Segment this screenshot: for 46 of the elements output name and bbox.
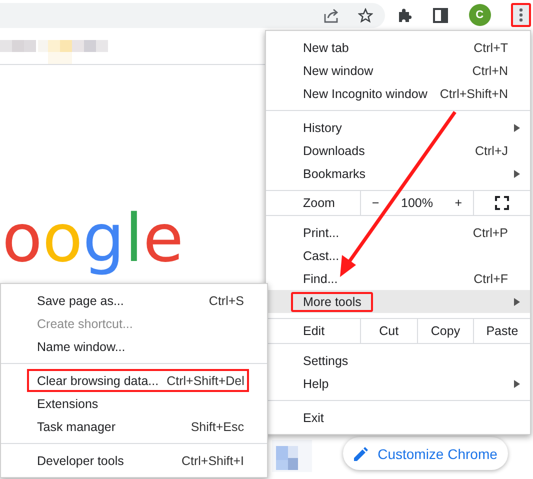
menu-item[interactable]: Cast... (266, 244, 530, 267)
side-panel-icon[interactable] (433, 8, 448, 22)
menu-item[interactable]: More tools (266, 290, 530, 313)
menu-item[interactable]: Find... Ctrl+F (266, 267, 530, 290)
shortcut-text: Ctrl+P (472, 226, 508, 240)
zoom-in-button[interactable]: + (454, 196, 462, 210)
shortcut-text: Ctrl+J (475, 144, 508, 158)
menu-item[interactable]: New Incognito window Ctrl+Shift+N (266, 82, 530, 105)
menu-button[interactable] (510, 3, 531, 27)
menu-item[interactable]: Print... Ctrl+P (266, 221, 530, 244)
menu-item[interactable]: Settings (266, 349, 530, 372)
menu-item[interactable]: Name window... (1, 335, 267, 358)
shortcut-text: Ctrl+Shift+N (440, 86, 508, 100)
star-icon[interactable] (358, 8, 373, 22)
menu-item[interactable]: Task manager Shift+Esc (1, 415, 267, 438)
fullscreen-icon[interactable] (495, 196, 509, 210)
submenu-arrow-icon (514, 170, 520, 178)
shortcut-text: Ctrl+F (474, 272, 508, 286)
menu-item[interactable]: Downloads Ctrl+J (266, 139, 530, 162)
menu-item[interactable]: New tab Ctrl+T (266, 36, 530, 59)
menu-item[interactable]: History (266, 116, 530, 139)
customize-chrome-button[interactable]: Customize Chrome (343, 437, 508, 470)
menu-item[interactable]: Bookmarks (266, 162, 530, 185)
menu-item[interactable]: Exit (266, 406, 530, 429)
pencil-icon (354, 446, 368, 460)
submenu-arrow-icon (514, 124, 520, 132)
submenu-arrow-icon (514, 380, 520, 388)
shortcut-text: Ctrl+Shift+I (181, 454, 244, 468)
submenu-arrow-icon (514, 298, 520, 306)
shortcut-text: Ctrl+N (472, 64, 508, 78)
menu-item[interactable]: Developer tools Ctrl+Shift+I (1, 449, 267, 472)
more-vertical-icon (518, 8, 523, 22)
shortcut-text: Ctrl+S (208, 294, 244, 308)
zoom-level: 100% (401, 196, 433, 210)
edit-label: Edit (302, 323, 326, 340)
shortcut-text: Shift+Esc (190, 420, 244, 434)
menu-item[interactable]: Save page as... Ctrl+S (1, 289, 267, 312)
menu-item[interactable]: Extensions (1, 392, 267, 415)
shortcut-text: Ctrl+T (474, 40, 508, 54)
menu-item[interactable]: Help (266, 372, 530, 395)
share-icon[interactable] (324, 8, 340, 22)
puzzle-icon[interactable] (397, 7, 413, 23)
zoom-out-button[interactable]: − (372, 196, 380, 210)
menu-item[interactable]: New window Ctrl+N (266, 59, 530, 82)
shortcut-text: Ctrl+Shift+Del (166, 374, 244, 388)
zoom-label: Zoom (302, 195, 336, 212)
